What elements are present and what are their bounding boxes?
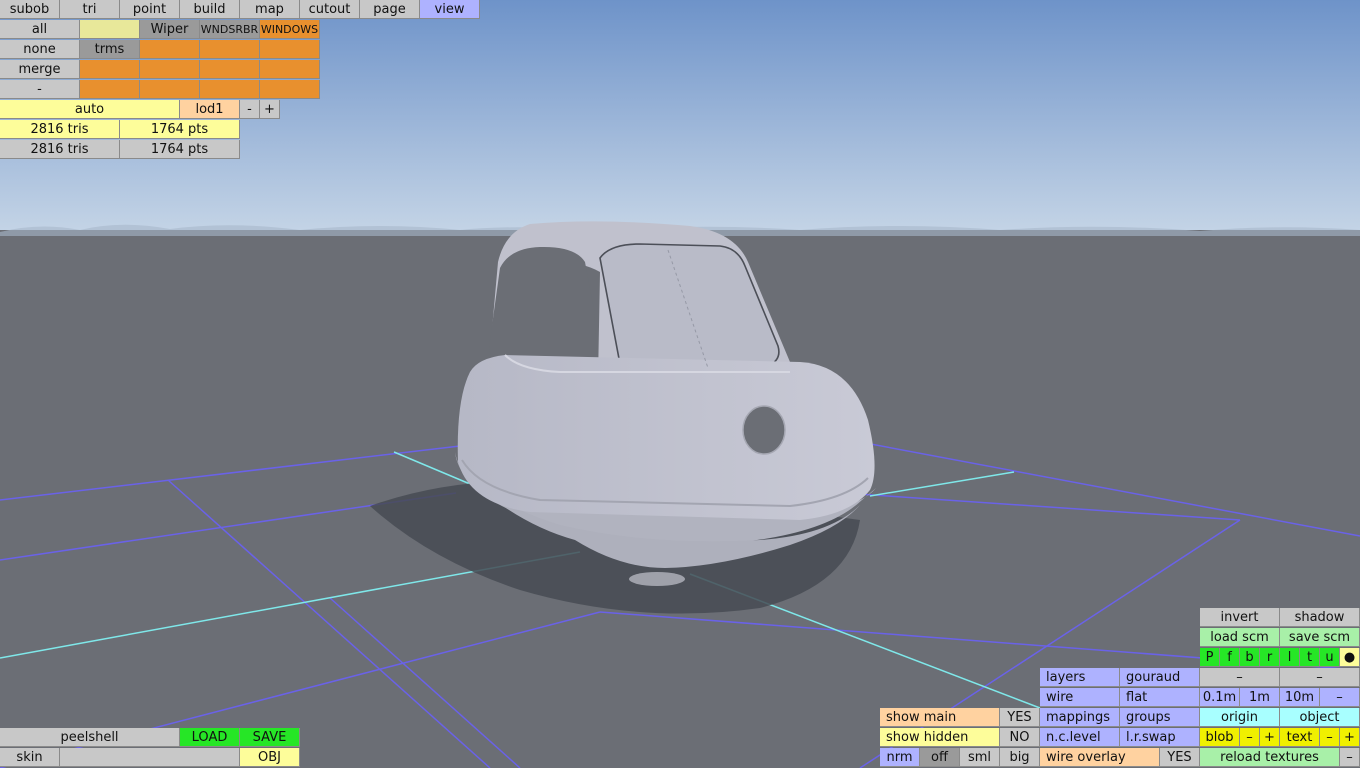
- group-slot[interactable]: [140, 60, 200, 79]
- tris-count: 2816 tris: [0, 140, 120, 159]
- wire-button[interactable]: wire: [1040, 688, 1120, 707]
- menu-view[interactable]: view: [420, 0, 480, 19]
- group-slot[interactable]: [140, 40, 200, 59]
- pts-count: 1764 pts: [120, 140, 240, 159]
- merge-button[interactable]: merge: [0, 60, 80, 79]
- lod-level-button[interactable]: lod1: [180, 100, 240, 119]
- mappings-button[interactable]: mappings: [1040, 708, 1120, 727]
- obj-button[interactable]: OBJ: [240, 748, 300, 767]
- lod-minus-button[interactable]: -: [240, 100, 260, 119]
- invert-button[interactable]: invert: [1200, 608, 1280, 627]
- group-slot[interactable]: [200, 40, 260, 59]
- group-slot[interactable]: [80, 60, 140, 79]
- origin-button[interactable]: origin: [1200, 708, 1280, 727]
- dash-button-left[interactable]: –: [1200, 668, 1280, 687]
- group-trms[interactable]: trms: [80, 40, 140, 59]
- view-front-button[interactable]: f: [1220, 648, 1240, 667]
- view-under-button[interactable]: u: [1320, 648, 1340, 667]
- save-scm-button[interactable]: save scm: [1280, 628, 1360, 647]
- skin-button[interactable]: skin: [0, 748, 60, 767]
- menu-build[interactable]: build: [180, 0, 240, 19]
- normals-off-button[interactable]: off: [920, 748, 960, 767]
- reload-textures-button[interactable]: reload textures: [1200, 748, 1340, 767]
- nc-level-button[interactable]: n.c.level: [1040, 728, 1120, 747]
- wire-overlay-value[interactable]: YES: [1160, 748, 1200, 767]
- group-wiper[interactable]: Wiper: [140, 20, 200, 39]
- menu-subob[interactable]: subob: [0, 0, 60, 19]
- view-top-button[interactable]: t: [1300, 648, 1320, 667]
- lod-auto-button[interactable]: auto: [0, 100, 180, 119]
- load-button[interactable]: LOAD: [180, 728, 240, 747]
- save-button[interactable]: SAVE: [240, 728, 300, 747]
- skin-name-field[interactable]: [60, 748, 240, 767]
- normals-small-button[interactable]: sml: [960, 748, 1000, 767]
- select-all-button[interactable]: all: [0, 20, 80, 39]
- show-main-value[interactable]: YES: [1000, 708, 1040, 727]
- menu-cutout[interactable]: cutout: [300, 0, 360, 19]
- group-slot[interactable]: [260, 60, 320, 79]
- group-slot[interactable]: [140, 80, 200, 99]
- flat-button[interactable]: flat: [1120, 688, 1200, 707]
- group-wndsrbr[interactable]: WNDSRBR: [200, 20, 260, 39]
- view-back-button[interactable]: b: [1240, 648, 1260, 667]
- minus-button[interactable]: -: [0, 80, 80, 99]
- blob-plus-button[interactable]: +: [1260, 728, 1280, 747]
- blob-button[interactable]: blob: [1200, 728, 1240, 747]
- group-slot[interactable]: [200, 80, 260, 99]
- normals-button[interactable]: nrm: [880, 748, 920, 767]
- text-plus-button[interactable]: +: [1340, 728, 1360, 747]
- text-button[interactable]: text: [1280, 728, 1320, 747]
- menu-tri[interactable]: tri: [60, 0, 120, 19]
- show-main-button[interactable]: show main: [880, 708, 1000, 727]
- text-minus-button[interactable]: –: [1320, 728, 1340, 747]
- reload-minus-button[interactable]: –: [1340, 748, 1360, 767]
- gouraud-button[interactable]: gouraud: [1120, 668, 1200, 687]
- group-slot[interactable]: [260, 40, 320, 59]
- view-right-button[interactable]: r: [1260, 648, 1280, 667]
- group-slot[interactable]: [260, 80, 320, 99]
- view-dot-button[interactable]: ●: [1340, 648, 1360, 667]
- group-slot-empty[interactable]: [80, 20, 140, 39]
- grid-1m-button[interactable]: 1m: [1240, 688, 1280, 707]
- view-left-button[interactable]: l: [1280, 648, 1300, 667]
- grid-10m-button[interactable]: 10m: [1280, 688, 1320, 707]
- shadow-button[interactable]: shadow: [1280, 608, 1360, 627]
- lod-plus-button[interactable]: +: [260, 100, 280, 119]
- groups-button[interactable]: groups: [1120, 708, 1200, 727]
- peelshell-button[interactable]: peelshell: [0, 728, 180, 747]
- dash-button-right[interactable]: –: [1280, 668, 1360, 687]
- show-hidden-value[interactable]: NO: [1000, 728, 1040, 747]
- grid-0-1m-button[interactable]: 0.1m: [1200, 688, 1240, 707]
- menu-page[interactable]: page: [360, 0, 420, 19]
- select-none-button[interactable]: none: [0, 40, 80, 59]
- load-scm-button[interactable]: load scm: [1200, 628, 1280, 647]
- tris-count: 2816 tris: [0, 120, 120, 139]
- show-hidden-button[interactable]: show hidden: [880, 728, 1000, 747]
- menu-point[interactable]: point: [120, 0, 180, 19]
- view-perspective-button[interactable]: P: [1200, 648, 1220, 667]
- normals-big-button[interactable]: big: [1000, 748, 1040, 767]
- pts-count: 1764 pts: [120, 120, 240, 139]
- group-windows[interactable]: WINDOWS: [260, 20, 320, 39]
- lr-swap-button[interactable]: l.r.swap: [1120, 728, 1200, 747]
- wire-overlay-button[interactable]: wire overlay: [1040, 748, 1160, 767]
- group-slot[interactable]: [80, 80, 140, 99]
- object-button[interactable]: object: [1280, 708, 1360, 727]
- blob-minus-button[interactable]: –: [1240, 728, 1260, 747]
- grid-minus-button[interactable]: –: [1320, 688, 1360, 707]
- group-slot[interactable]: [200, 60, 260, 79]
- layers-button[interactable]: layers: [1040, 668, 1120, 687]
- menu-map[interactable]: map: [240, 0, 300, 19]
